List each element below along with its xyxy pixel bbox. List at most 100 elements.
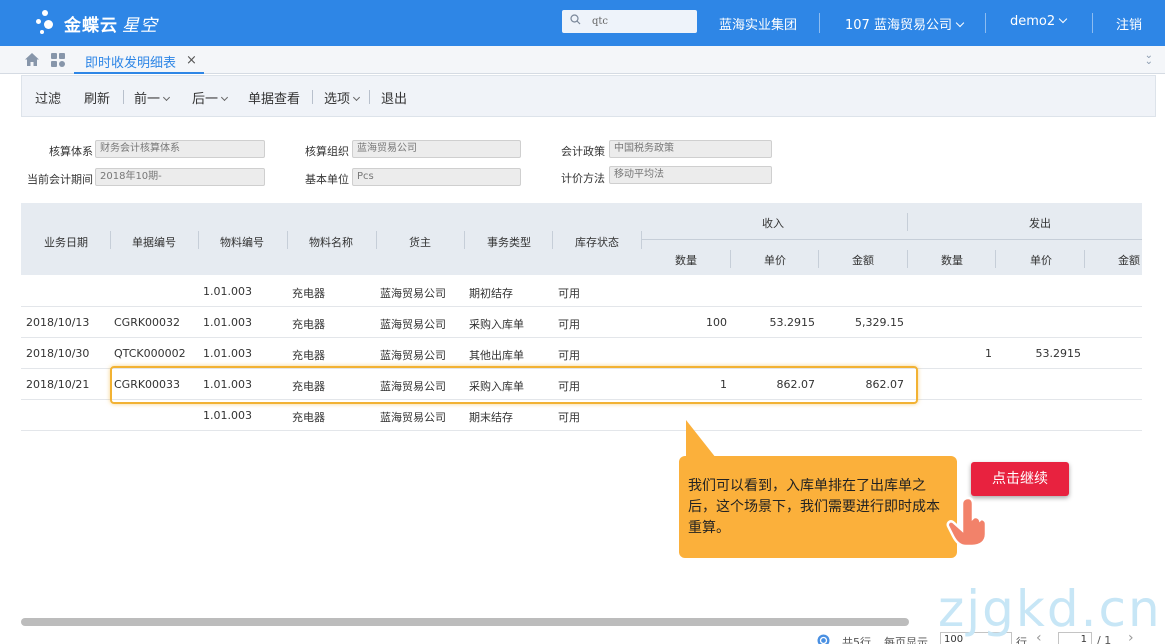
tab-realtime-detail[interactable]: 即时收发明细表 × [74, 46, 204, 74]
user-dropdown[interactable]: demo2 [1010, 14, 1068, 29]
logout-link[interactable]: 注销 [1116, 14, 1142, 33]
horizontal-scrollbar[interactable] [21, 618, 909, 626]
cell-in-price: 53.2915 [769, 316, 816, 329]
cell-material-name: 充电器 [292, 349, 325, 362]
prev-button[interactable]: 前一 [134, 88, 171, 107]
table-row[interactable]: 1.01.003 充电器 蓝海贸易公司 期末结存 可用 [21, 400, 1142, 431]
company-dropdown[interactable]: 107 蓝海贸易公司 [845, 14, 965, 33]
cell-date: 2018/10/21 [26, 378, 90, 391]
cell-type: 其他出库单 [469, 349, 524, 362]
cell-material-no: 1.01.003 [203, 285, 252, 298]
cell-material-no: 1.01.003 [203, 316, 252, 329]
cell-material-name: 充电器 [292, 287, 325, 300]
continue-button[interactable]: 点击继续 [971, 462, 1069, 496]
cell-in-qty: 100 [706, 316, 727, 329]
divider [907, 213, 908, 231]
highlight-frame [110, 366, 918, 404]
col-bill-no[interactable]: 单据编号 [132, 234, 176, 250]
double-chevron-down-icon[interactable]: ⌄ ⌄ [1145, 51, 1153, 67]
col-out-amount[interactable]: 金额 [1118, 252, 1140, 268]
accounting-org-label: 核算组织 [305, 145, 349, 158]
col-material-no[interactable]: 物料编号 [220, 234, 264, 250]
cell-in-amount: 5,329.15 [855, 316, 904, 329]
col-in-qty[interactable]: 数量 [675, 252, 697, 268]
cell-date: 2018/10/13 [26, 316, 90, 329]
divider [641, 231, 642, 249]
home-icon[interactable] [24, 52, 40, 67]
search-input[interactable] [592, 13, 692, 30]
group-link[interactable]: 蓝海实业集团 [719, 14, 797, 33]
cell-status: 可用 [558, 287, 580, 300]
pricing-field[interactable]: 移动平均法 [609, 166, 772, 184]
divider [985, 13, 986, 33]
apps-icon[interactable] [51, 53, 65, 67]
divider [907, 250, 908, 268]
col-group-out: 发出 [1029, 217, 1051, 230]
prev-label: 前一 [134, 92, 161, 107]
chevron-down-icon [220, 93, 229, 102]
policy-field[interactable]: 中国税务政策 [609, 140, 772, 158]
cell-material-no: 1.01.003 [203, 409, 252, 422]
refresh-button[interactable]: 刷新 [84, 88, 110, 107]
chevron-down-icon [162, 93, 171, 102]
table-row[interactable]: 2018/10/13 CGRK00032 1.01.003 充电器 蓝海贸易公司 采购入库… [21, 307, 1142, 338]
exit-button[interactable]: 退出 [381, 88, 407, 107]
top-bar: 金蝶云 星空 蓝海实业集团 107 蓝海贸易公司 demo2 注销 [0, 0, 1165, 46]
col-date[interactable]: 业务日期 [44, 234, 88, 250]
search-box[interactable] [562, 10, 697, 33]
col-out-qty[interactable]: 数量 [941, 252, 963, 268]
logo: 金蝶云 星空 [36, 8, 158, 38]
next-button[interactable]: 后一 [192, 88, 229, 107]
col-out-price[interactable]: 单价 [1030, 252, 1052, 268]
refresh-icon[interactable] [817, 634, 830, 644]
pointing-hand-icon [946, 496, 988, 548]
cell-bill-no: CGRK00032 [114, 316, 181, 329]
logo-subtext: 星空 [122, 15, 158, 36]
cell-out-price: 53.2915 [1035, 347, 1082, 360]
filter-button[interactable]: 过滤 [35, 88, 61, 107]
divider [642, 239, 1142, 240]
close-icon[interactable]: × [186, 53, 197, 68]
col-material-name[interactable]: 物料名称 [309, 234, 353, 250]
period-field[interactable]: 2018年10期- [95, 168, 265, 186]
col-in-price[interactable]: 单价 [764, 252, 786, 268]
cell-bill-no: QTCK000002 [114, 347, 186, 360]
cell-owner: 蓝海贸易公司 [380, 318, 446, 331]
cell-material-no: 1.01.003 [203, 347, 252, 360]
callout-tip: 我们可以看到，入库单排在了出库单之后，这个场景下，我们需要进行即时成本重算。 [679, 456, 957, 558]
divider [464, 231, 465, 249]
col-type[interactable]: 事务类型 [487, 234, 531, 250]
options-label: 选项 [324, 92, 351, 107]
col-in-amount[interactable]: 金额 [852, 252, 874, 268]
divider [552, 231, 553, 249]
next-label: 后一 [192, 92, 219, 107]
period-label: 当前会计期间 [27, 173, 93, 186]
accounting-org-field[interactable]: 蓝海贸易公司 [352, 140, 521, 158]
company-label: 107 蓝海贸易公司 [845, 18, 952, 33]
col-stock-status[interactable]: 库存状态 [575, 234, 619, 250]
cell-owner: 蓝海贸易公司 [380, 287, 446, 300]
policy-label: 会计政策 [561, 145, 605, 158]
cell-material-name: 充电器 [292, 411, 325, 424]
table-row[interactable]: 2018/10/30 QTCK000002 1.01.003 充电器 蓝海贸易公司 其他出… [21, 338, 1142, 369]
options-button[interactable]: 选项 [324, 88, 361, 107]
accounting-system-field[interactable]: 财务会计核算体系 [95, 140, 265, 158]
search-icon [570, 14, 581, 25]
doc-view-button[interactable]: 单据查看 [248, 88, 300, 107]
cell-owner: 蓝海贸易公司 [380, 349, 446, 362]
logo-text: 金蝶云 [64, 15, 118, 36]
cell-type: 采购入库单 [469, 318, 524, 331]
pricing-label: 计价方法 [561, 172, 605, 185]
cell-date: 2018/10/30 [26, 347, 90, 360]
cell-status: 可用 [558, 349, 580, 362]
toolbar: 过滤 刷新 前一 后一 单据查看 选项 退出 [21, 75, 1156, 117]
chevron-down-icon [955, 18, 965, 28]
unit-label: 基本单位 [305, 173, 349, 186]
divider [818, 250, 819, 268]
table-row[interactable]: 1.01.003 充电器 蓝海贸易公司 期初结存 可用 [21, 276, 1142, 307]
divider [287, 231, 288, 249]
watermark: zjgkd.cn [938, 580, 1162, 638]
col-owner[interactable]: 货主 [409, 234, 431, 250]
tab-label: 即时收发明细表 [85, 56, 177, 71]
unit-field[interactable]: Pcs [352, 168, 521, 186]
